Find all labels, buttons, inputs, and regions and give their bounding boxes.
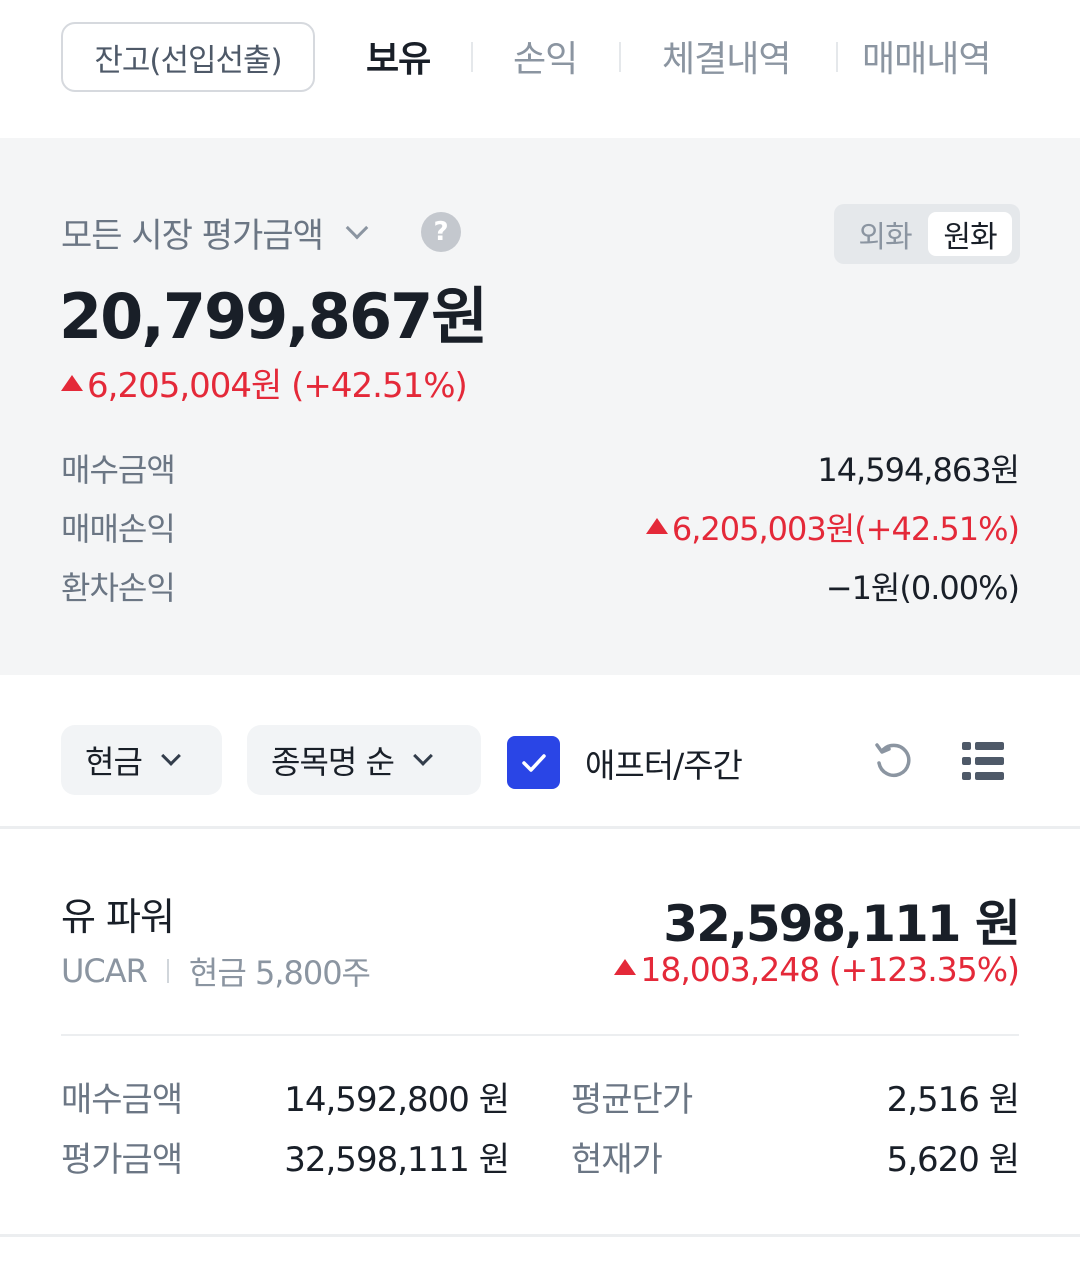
currency-foreign-option[interactable]: 외화: [842, 212, 928, 256]
tab-holdings[interactable]: 보유: [366, 30, 431, 82]
chevron-down-icon: [160, 746, 181, 766]
currency-toggle: 외화 원화: [834, 204, 1020, 264]
afterhours-checkbox[interactable]: [507, 736, 560, 789]
stock-subinfo: UCAR 현금 5,800주: [61, 948, 371, 994]
detail-buy-value: 14,592,800 원: [284, 1080, 510, 1120]
stock-change: 18,003,248 (+123.35%): [614, 950, 1020, 989]
stock-quantity: 현금 5,800주: [188, 954, 371, 992]
tab-divider: [471, 42, 473, 72]
up-triangle-icon: [614, 959, 637, 975]
subinfo-divider: [166, 959, 169, 983]
detail-eval-value: 32,598,111 원: [284, 1140, 510, 1180]
balance-fifo-button[interactable]: 잔고(선입선출): [61, 22, 315, 92]
card-divider: [61, 1034, 1019, 1036]
summary-title: 모든 시장 평가금액: [61, 216, 324, 256]
buy-amount-label: 매수금액: [61, 451, 176, 489]
fx-pl-label: 환차손익: [61, 569, 176, 607]
up-triangle-icon: [645, 518, 668, 534]
sort-dropdown[interactable]: 종목명 순: [247, 725, 481, 795]
top-tab-bar: 잔고(선입선출) 보유 손익 체결내역 매매내역: [0, 0, 1080, 138]
tab-profit-loss[interactable]: 손익: [513, 30, 578, 82]
account-type-dropdown[interactable]: 현금: [61, 725, 222, 795]
afterhours-label[interactable]: 애프터/주간: [585, 739, 743, 787]
refresh-icon[interactable]: [872, 739, 916, 783]
detail-avg-value: 2,516 원: [886, 1080, 1020, 1120]
sort-label: 종목명 순: [271, 743, 395, 781]
list-view-icon[interactable]: [960, 739, 1006, 783]
stock-ticker: UCAR: [61, 952, 148, 990]
filter-bar: 현금 종목명 순 애프터/주간: [0, 675, 1080, 827]
currency-krw-option[interactable]: 원화: [928, 212, 1012, 256]
question-icon[interactable]: ?: [421, 212, 461, 252]
fx-pl-value: −1원(0.00%): [825, 569, 1020, 607]
chevron-down-icon: [413, 746, 433, 766]
bottom-divider: [0, 1234, 1080, 1237]
trade-pl-label: 매매손익: [61, 510, 176, 548]
stock-change-value: 18,003,248 (+123.35%): [640, 950, 1020, 989]
detail-price-label: 현재가: [571, 1140, 663, 1180]
detail-price-value: 5,620 원: [886, 1140, 1020, 1180]
account-type-label: 현금: [85, 743, 143, 781]
detail-avg-label: 평균단가: [571, 1080, 693, 1120]
tab-divider: [836, 42, 838, 72]
buy-amount-value: 14,594,863원: [817, 451, 1020, 489]
market-selector[interactable]: 모든 시장 평가금액: [61, 208, 369, 257]
tab-divider: [619, 42, 621, 72]
trade-pl-text: 6,205,003원(+42.51%): [671, 510, 1020, 548]
stock-name: 유 파워: [61, 895, 175, 939]
stock-eval-amount: 32,598,111 원: [663, 895, 1021, 953]
tab-executions[interactable]: 체결내역: [662, 30, 791, 82]
chevron-down-icon: [345, 216, 369, 239]
checkmark-icon: [521, 753, 546, 772]
detail-eval-label: 평가금액: [61, 1140, 183, 1180]
detail-buy-label: 매수금액: [61, 1080, 183, 1120]
up-triangle-icon: [61, 375, 83, 391]
section-divider: [0, 826, 1080, 829]
summary-panel: 모든 시장 평가금액 ? 외화 원화 20,799,867원 6,205,004…: [0, 138, 1080, 675]
total-change-value: 6,205,004원 (+42.51%): [87, 366, 468, 406]
trade-pl-value: 6,205,003원(+42.51%): [645, 504, 1020, 550]
tab-trade-history[interactable]: 매매내역: [862, 30, 991, 82]
total-eval-amount: 20,799,867원: [59, 280, 488, 353]
total-change: 6,205,004원 (+42.51%): [61, 358, 468, 407]
